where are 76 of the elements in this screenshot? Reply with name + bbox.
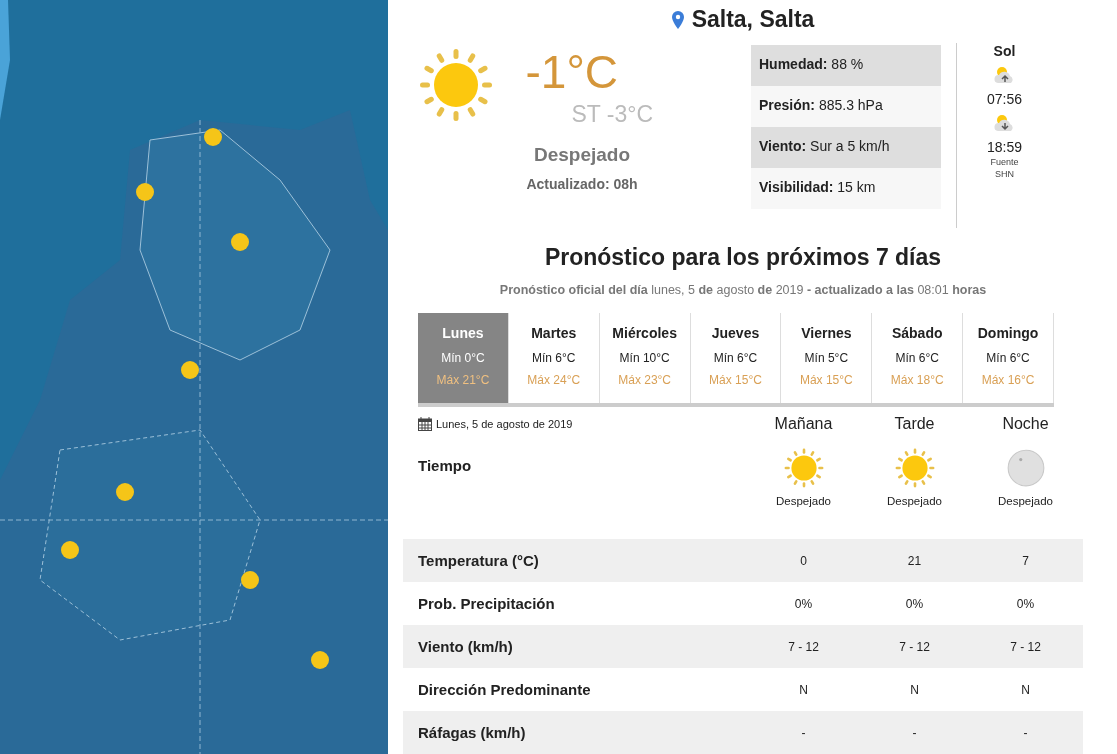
feels-like-temperature: ST -3°C: [571, 101, 654, 128]
sun-icon: [893, 447, 936, 489]
max-temperature: Máx 16°C: [981, 373, 1035, 387]
weather-condition: Despejado: [533, 144, 631, 166]
min-temperature: Mín 6°C: [713, 351, 758, 365]
day-tab[interactable]: Viernes Mín 5°C Máx 15°C: [781, 313, 873, 403]
row-label: Ráfagas (km/h): [417, 724, 527, 741]
day-tab[interactable]: Jueves Mín 6°C Máx 15°C: [690, 313, 782, 403]
table-cell-text: N: [798, 682, 809, 697]
day-tab[interactable]: Sábado Mín 6°C Máx 18°C: [872, 313, 964, 403]
table-cell-text: -: [1022, 725, 1029, 740]
row-label: Viento (km/h): [417, 638, 514, 655]
table-cell-text: 0%: [793, 596, 814, 611]
day-name: Viernes: [801, 325, 852, 341]
table-cell-text: 21: [906, 553, 923, 568]
updated-time: Actualizado: 08h: [526, 176, 638, 192]
table-cell-text: 7: [1021, 553, 1030, 568]
day-tab[interactable]: Miércoles Mín 10°C Máx 23°C: [599, 313, 691, 403]
calendar-icon: [418, 417, 432, 431]
weather-text: Despejado: [776, 495, 831, 507]
day-name: Jueves: [711, 325, 760, 341]
min-temperature: Mín 10°C: [619, 351, 670, 365]
sun-title: Sol: [993, 43, 1016, 59]
weather-text: Despejado: [887, 495, 942, 507]
day-tab[interactable]: Lunes Mín 0°C Máx 21°C: [418, 313, 509, 403]
min-temperature: Mín 5°C: [804, 351, 849, 365]
table-cell-text: 0%: [1015, 596, 1036, 611]
day-name: Sábado: [891, 325, 943, 341]
row-label: Dirección Predominante: [417, 681, 592, 698]
forecast-subtitle: Pronóstico oficial del día lunes, 5 de agosto de 2019 - actualizado a las 08:01 horas: [498, 283, 988, 297]
day-name: Miércoles: [612, 325, 677, 341]
max-temperature: Máx 15°C: [709, 373, 762, 387]
forecast-title: Pronóstico para los próximos 7 días: [543, 244, 943, 271]
min-temperature: Mín 6°C: [986, 351, 1030, 365]
detail-row: Humedad: 88 %: [751, 45, 941, 86]
max-temperature: Máx 23°C: [618, 373, 672, 387]
sunrise-time: 07:56: [986, 91, 1022, 107]
table-cell-text: N: [909, 682, 920, 697]
day-tab[interactable]: Martes Mín 6°C Máx 24°C: [508, 313, 600, 403]
min-temperature: Mín 6°C: [895, 351, 939, 365]
day-tab[interactable]: Domingo Mín 6°C Máx 16°C: [963, 313, 1054, 403]
detail-row: Presión: 885.3 hPa: [751, 86, 941, 127]
table-cell-text: 7 - 12: [787, 639, 820, 654]
detail-row: Viento: Sur a 5 km/h: [751, 127, 941, 168]
row-label: Temperatura (°C): [417, 552, 540, 569]
day-name: Domingo: [977, 325, 1039, 341]
day-name: Lunes: [442, 325, 484, 341]
current-temperature: -1°C: [525, 45, 620, 99]
max-temperature: Máx 21°C: [436, 373, 490, 387]
location-pin-icon: [671, 10, 684, 29]
source-name: SHN: [995, 169, 1014, 179]
table-cell-text: -: [800, 725, 807, 740]
period-heading: Noche: [1001, 415, 1050, 433]
table-cell-text: 0%: [904, 596, 925, 611]
table-cell-text: N: [1020, 682, 1031, 697]
weather-text: Despejado: [998, 495, 1053, 507]
table-cell-text: 0: [799, 553, 808, 568]
sun-icon: [782, 447, 825, 489]
detail-row: Visibilidad: 15 km: [751, 168, 941, 209]
source-label: Fuente: [990, 157, 1019, 167]
max-temperature: Máx 18°C: [890, 373, 944, 387]
max-temperature: Máx 24°C: [527, 373, 581, 387]
row-label: Prob. Precipitación: [417, 595, 556, 612]
min-temperature: Mín 6°C: [532, 351, 576, 365]
period-heading: Tarde: [893, 415, 936, 433]
table-cell-text: 7 - 12: [898, 639, 931, 654]
max-temperature: Máx 15°C: [799, 373, 853, 387]
min-temperature: Mín 0°C: [441, 351, 485, 365]
period-heading: Mañana: [773, 415, 834, 433]
sunset-time: 18:59: [986, 139, 1022, 155]
table-cell-text: -: [911, 725, 918, 740]
selected-date: Lunes, 5 de agosto de 2019: [436, 418, 573, 430]
location-title: Salta, Salta: [691, 6, 815, 33]
row-label: Tiempo: [417, 457, 473, 476]
day-name: Martes: [531, 325, 577, 341]
table-cell-text: 7 - 12: [1009, 639, 1042, 654]
